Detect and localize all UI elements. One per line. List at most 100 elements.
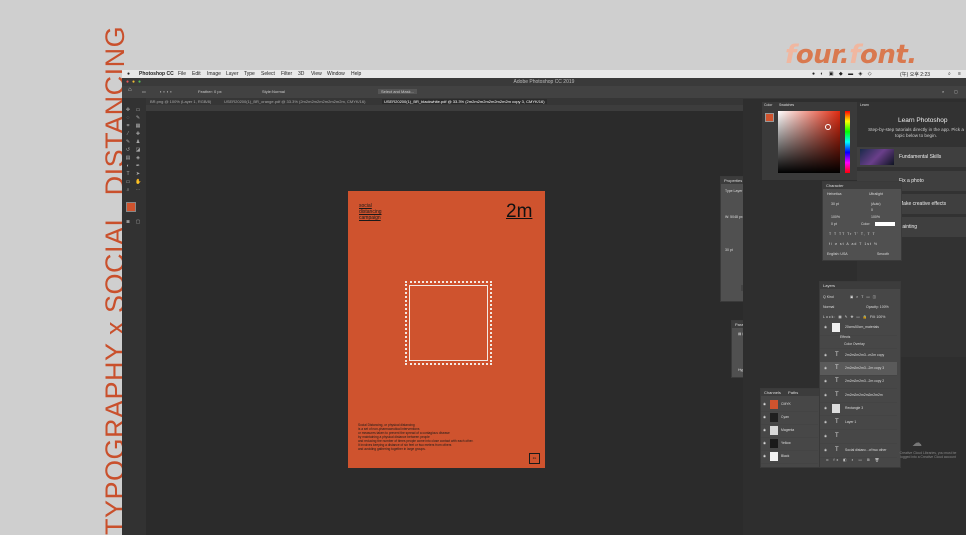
layer-row[interactable]: ◉ T 2m2m2m2m3...m2m copy [820,349,897,363]
channel-row[interactable]: ◉ CMYK [761,398,818,412]
layer-row[interactable]: ◉ T Layer 1 [820,416,897,430]
move-tool-icon[interactable]: ✥ [125,108,131,113]
character-antialias[interactable]: Smooth [877,252,889,256]
document-poster[interactable]: social distancing campaign 2m Social Dis… [348,191,545,468]
frame-tool-icon[interactable]: ▦ [135,124,141,129]
gradient-tool-icon[interactable]: ▤ [125,156,131,161]
lasso-tool-icon[interactable]: ◌ [125,116,131,121]
tab-paths[interactable]: Paths [788,390,798,395]
hand-tool-icon[interactable]: ✋ [135,180,141,185]
layer-row-selected[interactable]: ◉ T 2m2m2m2m3...2m copy 3 [820,362,897,376]
hue-slider[interactable] [845,111,850,173]
character-scale-h[interactable]: 100% [871,215,880,219]
layers-blend-mode[interactable]: Normal [823,305,834,309]
menu-select[interactable]: Select [261,71,275,77]
type-style-icons[interactable]: T T TT Tr T' T, T T [829,232,876,236]
character-leading[interactable]: (Auto) [871,202,881,206]
tab-blackwhite-pdf[interactable]: USER20200(1)_BR_blackwhite.pdf @ 33.3% (… [382,99,547,104]
layers-filter-kind[interactable]: Q Kind [823,295,834,299]
menu-layer[interactable]: Layer [226,71,239,77]
learn-item-fundamental[interactable]: Fundamental Skills [857,147,966,167]
menu-image[interactable]: Image [207,71,221,77]
search-icon[interactable]: ⌕ [948,71,951,77]
eraser-tool-icon[interactable]: ◪ [135,148,141,153]
layer-row[interactable]: ◉ T 2m2m2m2m2m2m2m2m [820,389,897,403]
layer-effect-row[interactable]: Color Overlay [820,341,897,349]
menu-file[interactable]: File [178,71,186,77]
shape-tool-icon[interactable]: ▭ [125,180,131,185]
quick-mask-icon[interactable]: ◙ [125,220,131,225]
character-baseline[interactable]: 0 pt [831,222,837,226]
eye-icon[interactable]: ◉ [824,430,827,443]
style-select[interactable]: Normal [272,89,285,94]
eye-icon[interactable]: ◉ [824,444,827,457]
tab-learn[interactable]: Learn [860,103,869,107]
more-tools-icon[interactable]: ⋯ [135,188,141,193]
dodge-tool-icon[interactable]: ◐ [125,164,131,169]
pen-tool-icon[interactable]: ✒ [135,164,141,169]
layer-row[interactable]: ◉ T 2m2m2m2m3...2m copy 2 [820,375,897,389]
selection-mode-icons[interactable]: ▪▪▪▪ [160,89,174,94]
screen-mode-icon[interactable]: ▢ [135,220,141,225]
select-and-mask-button[interactable]: Select and Mask... [378,89,417,94]
workspace-icon[interactable]: ▢ [954,89,958,94]
character-style[interactable]: Ultralight [869,192,883,196]
menu-window[interactable]: Window [327,71,345,77]
eye-icon[interactable]: ◉ [763,437,766,450]
healing-tool-icon[interactable]: ✚ [135,132,141,137]
color-picker-cursor[interactable] [825,124,831,130]
layer-effects-row[interactable]: Effects [820,334,897,341]
channel-row[interactable]: ◉ Magenta [761,424,818,438]
brush-tool-icon[interactable]: ✎ [125,140,131,145]
layer-row[interactable]: ◉ T [820,430,897,444]
character-color-swatch[interactable] [875,222,895,226]
path-select-icon[interactable]: ➤ [135,172,141,177]
stamp-tool-icon[interactable]: ♟ [135,140,141,145]
layer-row[interactable]: ◉ Rectangle 3 [820,402,897,416]
eye-icon[interactable]: ◉ [763,424,766,437]
layers-fill[interactable]: Fill: 100% [870,315,885,319]
channel-row[interactable]: ◉ Cyan [761,411,818,425]
tab-orange-pdf[interactable]: USER20200(1)_BR_orange.pdf @ 33.3% (2m2m… [224,99,365,104]
home-icon[interactable]: ⌂ [128,87,132,93]
properties-width[interactable]: W: 5048 px [725,215,743,219]
layers-footer-icons[interactable]: ∞ fx ◧ ◐ ▭ ⊞ 🗑 [826,458,881,462]
character-font[interactable]: Helvetica [827,192,841,196]
marquee-tool-icon[interactable]: ▭ [135,108,141,113]
eye-icon[interactable]: ◉ [763,450,766,463]
blur-tool-icon[interactable]: ◈ [135,156,141,161]
tab-color[interactable]: Color [764,103,772,107]
feather-field[interactable]: Feather: 0 px [198,89,222,94]
history-brush-icon[interactable]: ↺ [125,148,131,153]
character-language[interactable]: English: USA [827,252,848,256]
eye-icon[interactable]: ◉ [824,416,827,429]
eye-icon[interactable]: ◉ [763,398,766,411]
search-icon[interactable]: ⌕ [942,89,944,94]
character-tracking[interactable]: 0 [871,208,873,212]
tab-swatches[interactable]: Swatches [779,103,794,107]
crop-tool-icon[interactable]: ⌗ [125,124,131,129]
channel-row[interactable]: ◉ Black [761,450,818,464]
properties-font-size[interactable]: 30 pt [725,248,733,252]
zoom-icon[interactable]: ● [138,78,141,86]
type-tool-icon[interactable]: T [125,172,131,177]
tab-channels[interactable]: Channels [764,390,781,395]
menu-edit[interactable]: Edit [192,71,201,77]
opentype-icons[interactable]: fi σ st A ad T 1st ½ [829,242,878,246]
apple-icon[interactable]: ● [127,71,130,77]
layer-row[interactable]: ◉ T Social distanc...of two other [820,444,897,458]
marquee-icon[interactable]: ▭ [142,89,146,94]
color-picker-field[interactable] [778,111,840,173]
eye-icon[interactable]: ◉ [824,389,827,402]
zoom-tool-icon[interactable]: ⌕ [125,188,131,193]
quick-select-tool-icon[interactable]: ✎ [135,116,141,121]
menu-3d[interactable]: 3D [298,71,304,77]
layers-opacity[interactable]: Opacity: 100% [866,305,889,309]
eye-icon[interactable]: ◉ [824,362,827,375]
eye-icon[interactable]: ◉ [763,411,766,424]
layers-filter-icons[interactable]: ▣ ◐ T ▭ ◫ [850,295,877,299]
color-fg-swatch[interactable] [765,113,774,122]
eye-icon[interactable]: ◉ [824,375,827,388]
menu-filter[interactable]: Filter [281,71,292,77]
close-icon[interactable]: ● [126,78,129,86]
